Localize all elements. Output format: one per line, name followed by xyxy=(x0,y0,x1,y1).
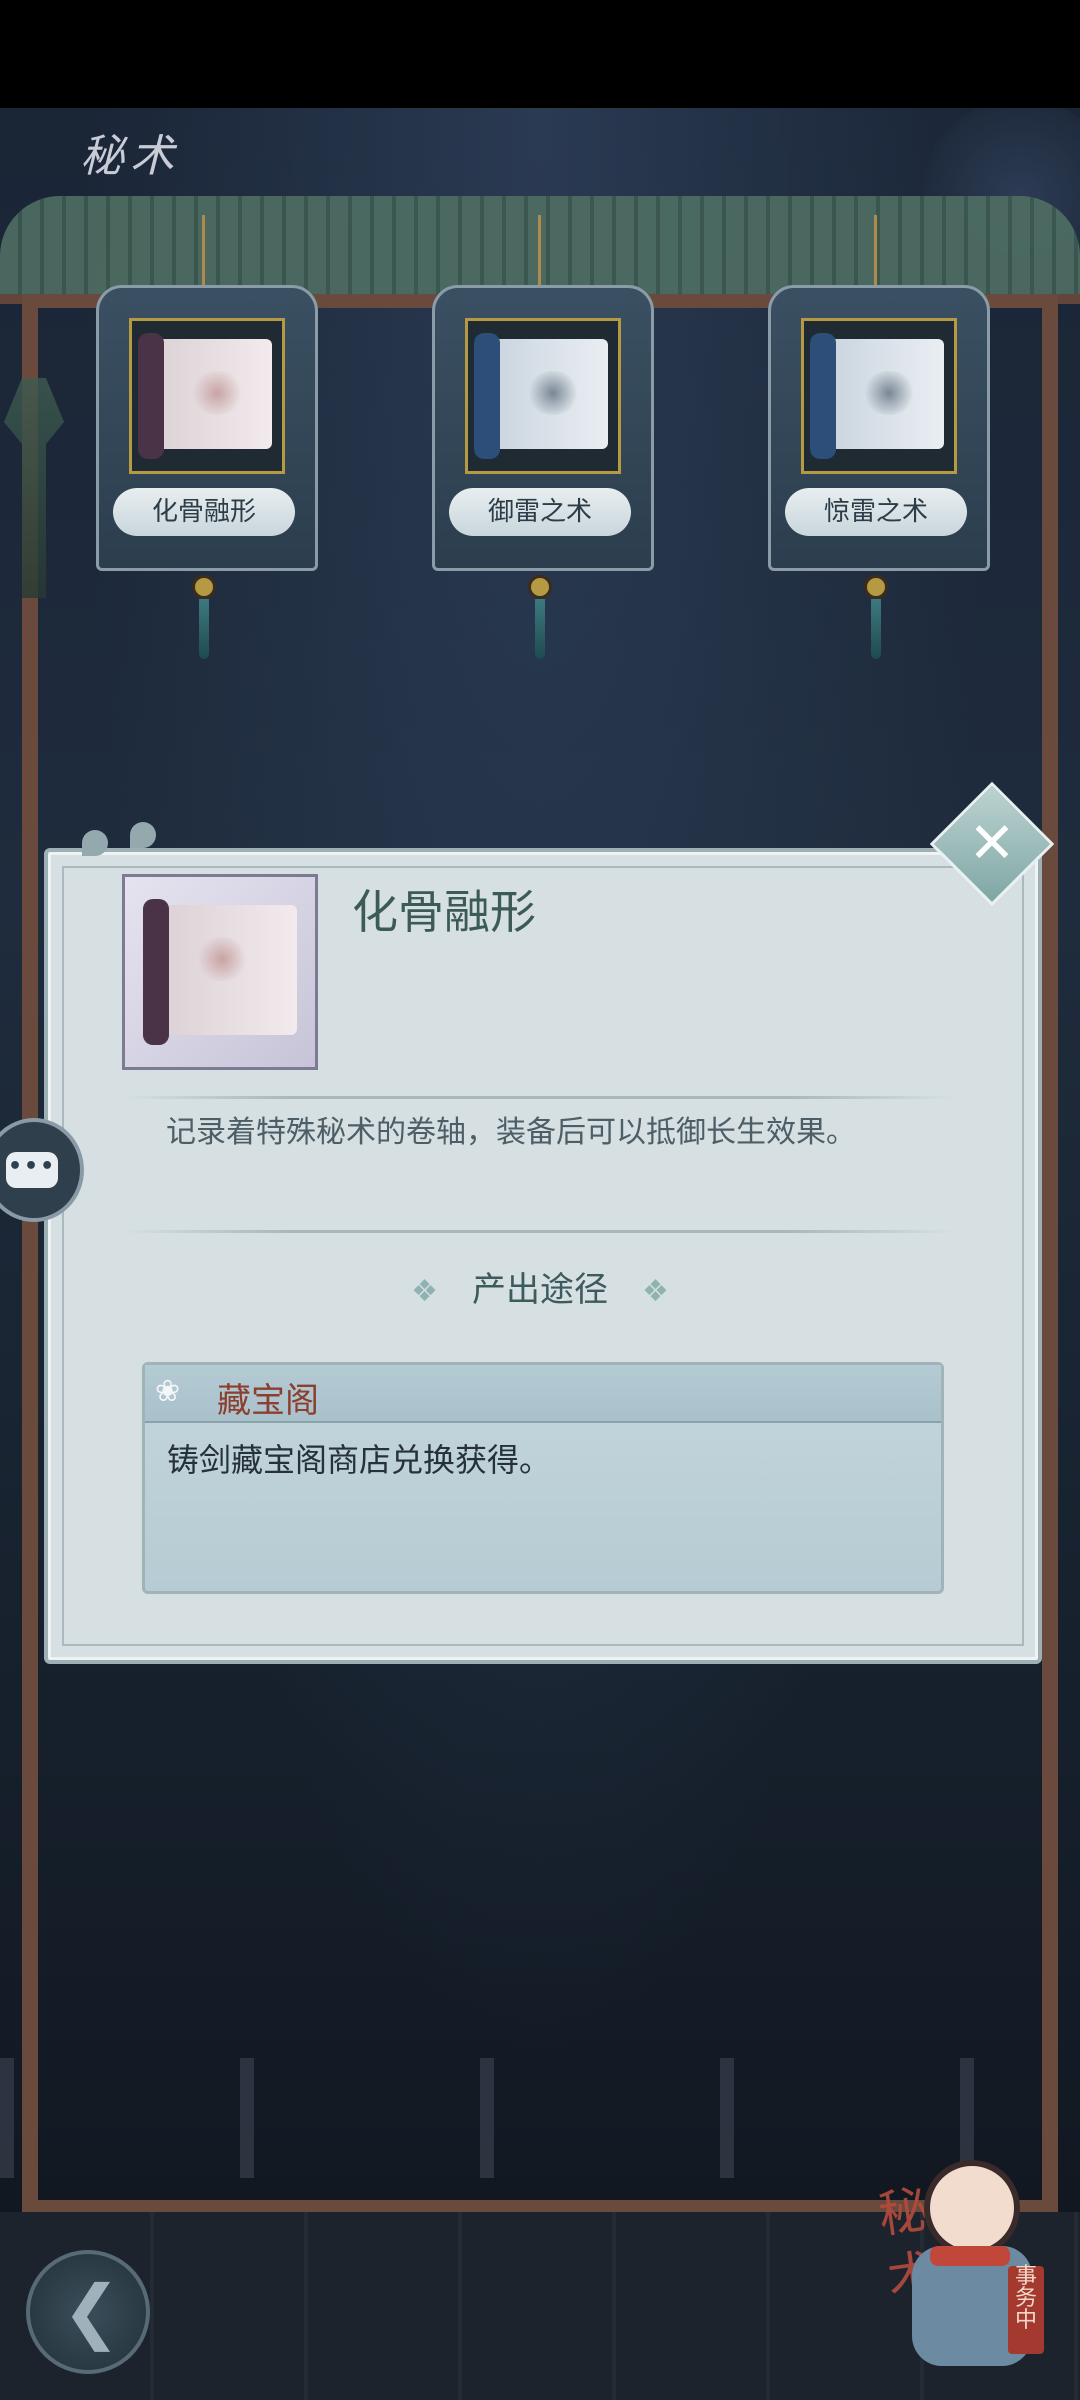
frame-pillar-right xyxy=(1042,298,1058,2358)
scroll-icon xyxy=(143,899,297,1045)
frame-pillar-left xyxy=(22,298,38,2358)
bird-icon xyxy=(130,822,156,848)
source-heading: ❖ 产出途径 ❖ xyxy=(0,1262,1080,1311)
bird-icon xyxy=(82,830,108,856)
corner-seal: 事务中 xyxy=(1008,2266,1044,2354)
scroll-card-panel: 惊雷之术 xyxy=(768,285,990,571)
source-heading-text: 产出途径 xyxy=(472,1270,608,1310)
source-entry-header: ❀ 藏宝阁 xyxy=(145,1365,941,1423)
scroll-icon xyxy=(474,333,608,459)
item-description: 记录着特殊秘术的卷轴，装备后可以抵御长生效果。 xyxy=(166,1115,856,1150)
hanging-string xyxy=(202,215,205,285)
scroll-card-1[interactable]: 化骨融形 xyxy=(96,215,318,659)
back-icon: ❮ xyxy=(62,2270,121,2352)
close-icon[interactable]: ✕ xyxy=(948,800,1036,888)
tassel-decoration xyxy=(192,575,216,665)
item-name: 化骨融形 xyxy=(352,885,536,939)
source-title: 藏宝阁 xyxy=(217,1381,319,1421)
scroll-card-label: 惊雷之术 xyxy=(785,488,967,536)
scroll-icon xyxy=(810,333,944,459)
birds-decoration xyxy=(78,808,174,864)
scroll-thumbnail xyxy=(129,318,285,474)
scroll-card-2[interactable]: 御雷之术 xyxy=(432,215,654,659)
scroll-icon xyxy=(138,333,272,459)
back-button[interactable]: ❮ xyxy=(26,2250,150,2374)
source-text: 铸剑藏宝阁商店兑换获得。 xyxy=(167,1441,552,1479)
divider xyxy=(122,1096,956,1099)
scroll-card-panel: 化骨融形 xyxy=(96,285,318,571)
scroll-card-panel: 御雷之术 xyxy=(432,285,654,571)
lotus-icon: ❀ xyxy=(155,1374,181,1409)
scroll-thumbnail xyxy=(465,318,621,474)
scroll-card-3[interactable]: 惊雷之术 xyxy=(768,215,990,659)
divider xyxy=(122,1230,956,1233)
tassel-decoration xyxy=(864,575,888,665)
scroll-card-label: 御雷之术 xyxy=(449,488,631,536)
scroll-thumbnail xyxy=(801,318,957,474)
lantern-decoration xyxy=(4,378,64,598)
scroll-card-label: 化骨融形 xyxy=(113,488,295,536)
source-entry[interactable]: ❀ 藏宝阁 铸剑藏宝阁商店兑换获得。 xyxy=(142,1362,944,1594)
diamond-ornament-icon: ❖ xyxy=(411,1274,438,1309)
status-bar xyxy=(0,0,1080,108)
tassel-decoration xyxy=(528,575,552,665)
screen-title: 秘术 xyxy=(80,131,180,182)
diamond-ornament-icon: ❖ xyxy=(642,1274,669,1309)
hanging-string xyxy=(874,215,877,285)
hanging-string xyxy=(538,215,541,285)
item-icon xyxy=(122,874,318,1070)
